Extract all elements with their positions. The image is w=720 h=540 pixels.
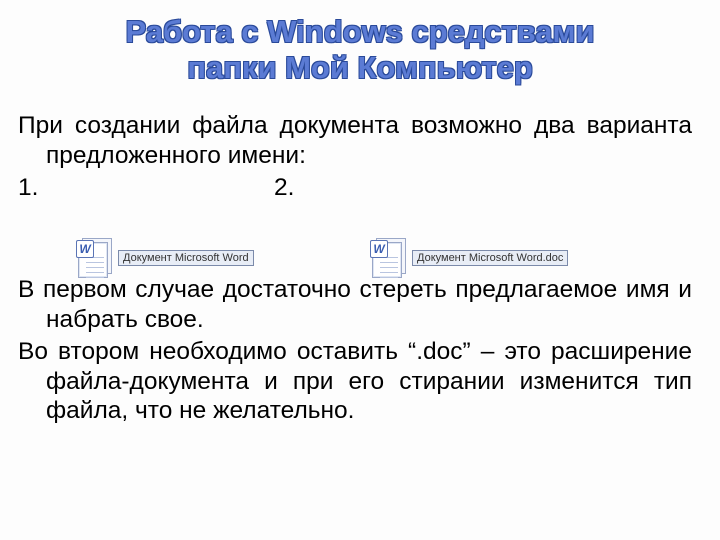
file-rename-label-1[interactable]: Документ Microsoft Word xyxy=(118,250,254,266)
intro-text: При создании файла документа возможно дв… xyxy=(18,111,692,171)
paragraph-1: В первом случае достаточно стереть предл… xyxy=(18,275,692,335)
slide-title: Работа с Windows средствами папки Мой Ко… xyxy=(0,0,720,85)
variant-number-1: 1. xyxy=(18,173,64,203)
word-badge-icon: W xyxy=(370,240,388,258)
word-badge-icon: W xyxy=(76,240,94,258)
variant-number-2: 2. xyxy=(274,173,320,203)
intro-paragraph: При создании файла документа возможно дв… xyxy=(18,111,692,171)
file-rename-label-2[interactable]: Документ Microsoft Word.doc xyxy=(412,250,568,266)
file-icon-variant-1: W Документ Microsoft Word xyxy=(76,236,254,280)
word-document-icon: W xyxy=(76,236,120,280)
paragraph-2: Во втором необходимо оставить “.doc” – э… xyxy=(18,337,692,427)
word-document-icon: W xyxy=(370,236,414,280)
paragraph-2-text: Во втором необходимо оставить “.doc” – э… xyxy=(18,337,692,427)
paragraph-1-text: В первом случае достаточно стереть предл… xyxy=(18,275,692,335)
variants-row: 1. 2. xyxy=(18,173,692,203)
title-line-1: Работа с Windows средствами xyxy=(0,14,720,50)
title-line-2: папки Мой Компьютер xyxy=(0,50,720,86)
file-icon-variant-2: W Документ Microsoft Word.doc xyxy=(370,236,568,280)
